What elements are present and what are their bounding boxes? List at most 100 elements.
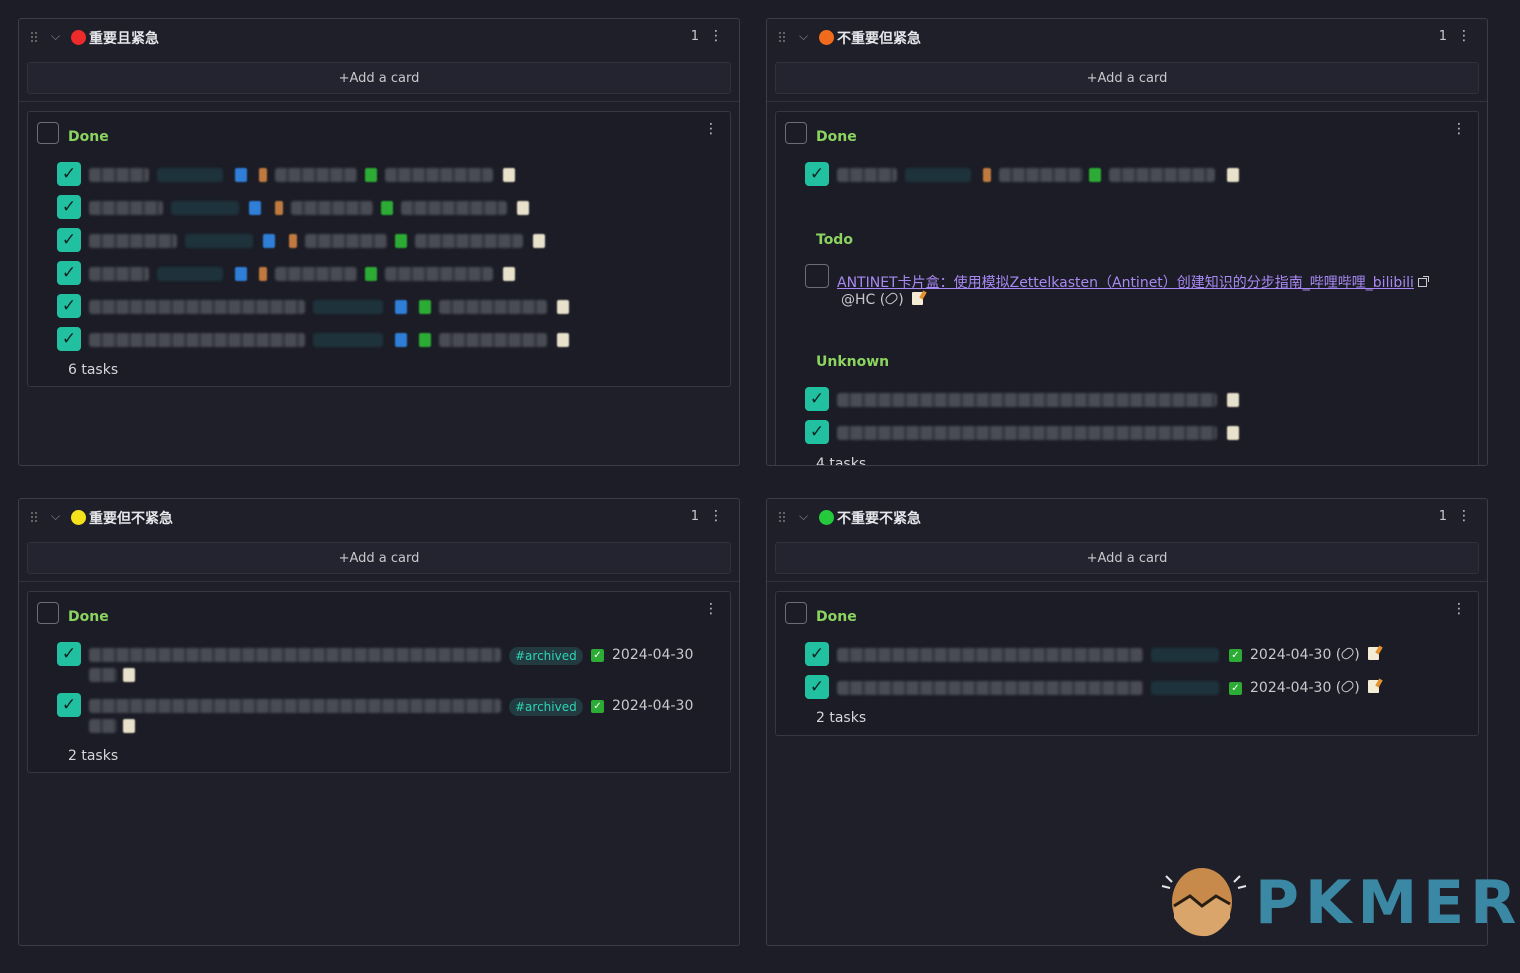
redacted-icon (1089, 168, 1101, 182)
lane-title[interactable]: 重要且紧急 (89, 28, 159, 48)
link-icon[interactable] (1339, 678, 1356, 695)
redacted-text (439, 333, 547, 347)
redacted-tag (157, 168, 223, 182)
group-label: Done (68, 129, 109, 145)
kanban-card[interactable]: ⋮ Done ✓ ✓ 2024-04-30 () ✓ ✓ 2024-04-30 ()… (775, 591, 1479, 736)
link-icon[interactable] (1339, 645, 1356, 662)
redacted-icon (983, 168, 991, 182)
priority-dot-icon (71, 510, 86, 525)
task-checkbox[interactable]: ✓ (805, 387, 829, 411)
lane-title[interactable]: 重要但不紧急 (89, 508, 173, 528)
redacted-tag (313, 300, 383, 314)
date-text: 2024-04-30 ( (1250, 680, 1342, 696)
drag-handle-icon[interactable] (778, 511, 786, 523)
task-checkbox[interactable]: ✓ (57, 327, 81, 351)
redacted-icon (249, 201, 261, 215)
redacted-tag (313, 333, 383, 347)
task-meta-text: @HC ( (841, 292, 886, 308)
card-checkbox[interactable] (785, 122, 807, 144)
more-vertical-icon[interactable]: ⋮ (1452, 121, 1466, 137)
group-label: Done (816, 609, 857, 625)
redacted-icon (395, 234, 407, 248)
redacted-tag (1151, 648, 1219, 662)
chevron-down-icon[interactable]: ⌵ (51, 509, 60, 524)
redacted-icon (289, 234, 297, 248)
redacted-text (89, 267, 149, 281)
lane-card-count: 1 (1438, 29, 1447, 44)
redacted-text (89, 719, 117, 733)
redacted-icon (1227, 393, 1239, 407)
add-card-button[interactable]: +Add a card (27, 542, 731, 574)
task-checkbox[interactable] (805, 264, 829, 288)
redacted-text (305, 234, 387, 248)
redacted-icon (259, 267, 267, 281)
more-vertical-icon[interactable]: ⋮ (709, 28, 723, 44)
redacted-text (275, 168, 357, 182)
lane-card-count: 1 (690, 29, 699, 44)
redacted-icon (263, 234, 275, 248)
divider (767, 101, 1487, 102)
redacted-tag (905, 168, 971, 182)
redacted-icon (395, 300, 407, 314)
more-vertical-icon[interactable]: ⋮ (1457, 28, 1471, 44)
task-checkbox[interactable]: ✓ (57, 195, 81, 219)
redacted-text (89, 168, 149, 182)
card-checkbox[interactable] (37, 122, 59, 144)
divider (19, 581, 739, 582)
more-vertical-icon[interactable]: ⋮ (709, 508, 723, 524)
card-checkbox[interactable] (37, 602, 59, 624)
more-vertical-icon[interactable]: ⋮ (704, 121, 718, 137)
more-vertical-icon[interactable]: ⋮ (704, 601, 718, 617)
chevron-down-icon[interactable]: ⌵ (51, 29, 60, 44)
task-checkbox[interactable]: ✓ (57, 693, 81, 717)
drag-handle-icon[interactable] (30, 511, 38, 523)
task-checkbox[interactable]: ✓ (805, 642, 829, 666)
chevron-down-icon[interactable]: ⌵ (799, 29, 808, 44)
checkmark-icon: ✓ (1229, 682, 1242, 695)
note-icon[interactable] (1367, 680, 1379, 693)
redacted-tag (185, 234, 253, 248)
add-card-button[interactable]: +Add a card (775, 62, 1479, 94)
task-checkbox[interactable]: ✓ (57, 228, 81, 252)
card-checkbox[interactable] (785, 602, 807, 624)
task-checkbox[interactable]: ✓ (57, 162, 81, 186)
kanban-card[interactable]: ⋮ Done ✓ #archived ✓ 2024-04-30 ✓ #archiv… (27, 591, 731, 773)
tag-badge[interactable]: #archived (509, 698, 583, 716)
task-checkbox[interactable]: ✓ (57, 261, 81, 285)
kanban-card[interactable]: ⋮ Done ✓ Todo ANTINET卡片盒：使用模拟Zettelkaste… (775, 111, 1479, 465)
external-link[interactable]: ANTINET卡片盒：使用模拟Zettelkasten（Antinet）创建知识… (837, 275, 1414, 291)
redacted-icon (517, 201, 529, 215)
tag-badge[interactable]: #archived (509, 647, 583, 665)
task-item: ✓ #archived ✓ 2024-04-30 (57, 642, 717, 686)
task-checkbox[interactable]: ✓ (57, 294, 81, 318)
task-title: ANTINET卡片盒：使用模拟Zettelkasten（Antinet）创建知识… (837, 272, 1429, 292)
drag-handle-icon[interactable] (30, 31, 38, 43)
task-checkbox[interactable]: ✓ (57, 642, 81, 666)
link-icon[interactable] (883, 290, 900, 307)
note-icon[interactable] (911, 292, 923, 305)
task-date: ✓ 2024-04-30 () (1229, 678, 1379, 696)
more-vertical-icon[interactable]: ⋮ (1457, 508, 1471, 524)
add-card-button[interactable]: +Add a card (775, 542, 1479, 574)
external-link-icon[interactable] (1417, 276, 1429, 287)
add-card-button[interactable]: +Add a card (27, 62, 731, 94)
chevron-down-icon[interactable]: ⌵ (799, 509, 808, 524)
drag-handle-icon[interactable] (778, 31, 786, 43)
redacted-text (89, 699, 501, 713)
redacted-icon (123, 719, 135, 733)
task-item: ANTINET卡片盒：使用模拟Zettelkasten（Antinet）创建知识… (805, 264, 1465, 312)
lane-title[interactable]: 不重要不紧急 (837, 508, 921, 528)
watermark-text: PKMER (1255, 868, 1520, 938)
task-checkbox[interactable]: ✓ (805, 675, 829, 699)
divider (19, 101, 739, 102)
note-icon[interactable] (1367, 647, 1379, 660)
pkmer-watermark: PKMER (1160, 858, 1516, 942)
task-checkbox[interactable]: ✓ (805, 162, 829, 186)
kanban-card[interactable]: ⋮ Done ✓ ✓ ✓ ✓ ✓ ✓ 6 tasks (27, 111, 731, 387)
lane-title[interactable]: 不重要但紧急 (837, 28, 921, 48)
task-checkbox[interactable]: ✓ (805, 420, 829, 444)
more-vertical-icon[interactable]: ⋮ (1452, 601, 1466, 617)
group-label: Done (68, 609, 109, 625)
redacted-text (837, 681, 1143, 695)
redacted-text (439, 300, 547, 314)
